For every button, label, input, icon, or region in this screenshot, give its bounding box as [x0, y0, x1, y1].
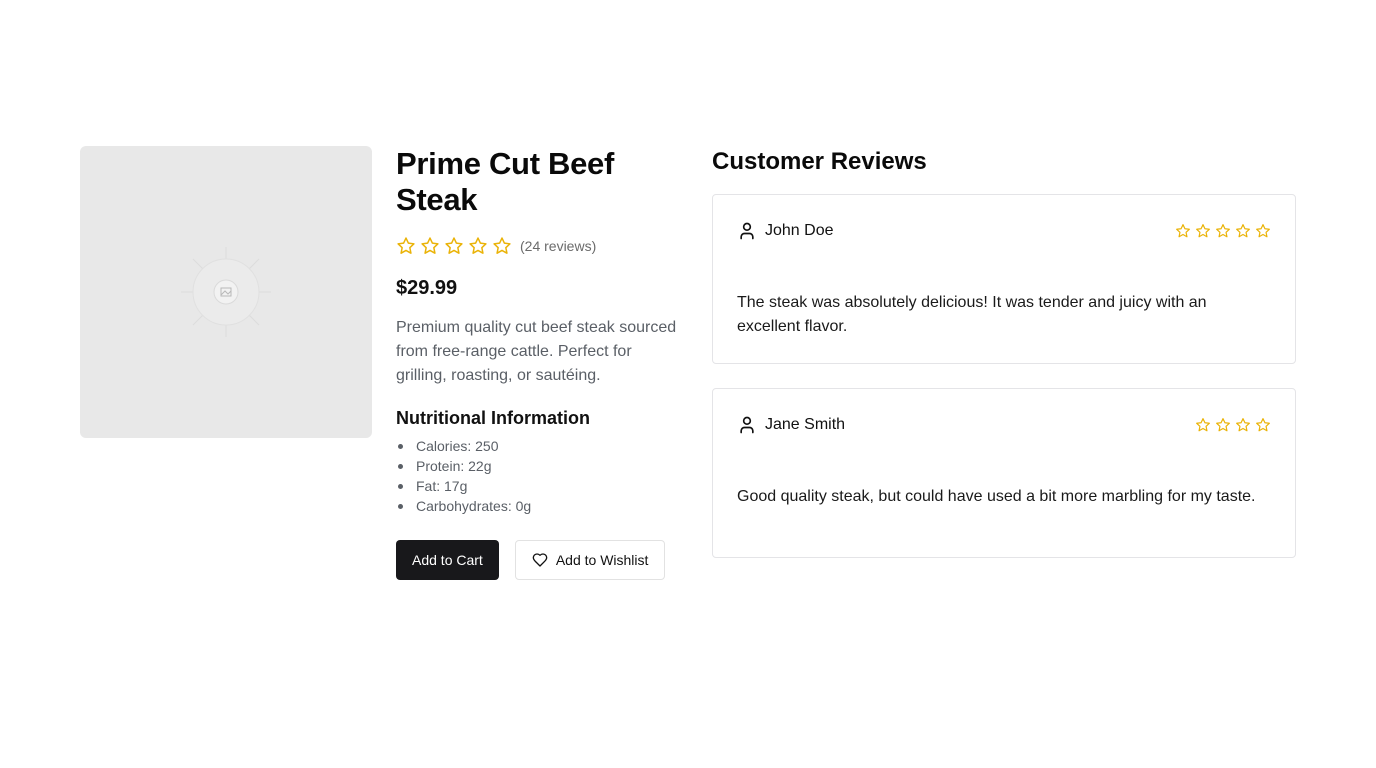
star-icon	[492, 236, 512, 256]
star-icon	[1255, 223, 1271, 239]
nutrition-title: Nutritional Information	[396, 408, 590, 428]
image-placeholder-icon	[181, 247, 271, 337]
star-icon	[1215, 223, 1231, 239]
action-buttons: Add to Cart Add to Wishlist	[396, 540, 686, 580]
nutrition-item: Protein: 22g	[396, 456, 686, 476]
star-icon	[1235, 223, 1251, 239]
star-icon	[468, 236, 488, 256]
star-icon	[1215, 417, 1231, 433]
nutrition-item: Calories: 250	[396, 436, 686, 456]
reviews-title: Customer Reviews	[712, 148, 927, 175]
product-rating: (24 reviews)	[396, 234, 686, 258]
reviewer: John Doe	[737, 221, 834, 241]
reviewer-name: John Doe	[765, 222, 834, 239]
review-stars	[1171, 223, 1271, 239]
star-icon	[420, 236, 440, 256]
heart-icon	[532, 553, 548, 567]
product-image	[80, 146, 372, 438]
product-price: $29.99	[396, 277, 458, 299]
add-to-wishlist-label: Add to Wishlist	[555, 552, 649, 568]
add-to-wishlist-button[interactable]: Add to Wishlist	[514, 540, 666, 580]
product-info: Prime Cut Beef Steak (24 reviews) $29.99…	[396, 146, 686, 580]
star-icon	[1195, 223, 1211, 239]
star-icon	[444, 236, 464, 256]
user-icon	[740, 222, 754, 240]
product-stars	[396, 236, 516, 256]
review-header: Jane Smith	[737, 413, 1271, 437]
star-icon	[1195, 417, 1211, 433]
nutrition-item: Carbohydrates: 0g	[396, 496, 686, 516]
review-card: Jane Smith Good quality steak, but could…	[712, 388, 1296, 558]
add-to-cart-button[interactable]: Add to Cart	[396, 540, 499, 580]
star-icon	[1255, 417, 1271, 433]
product-description: Premium quality cut beef steak sourced f…	[396, 319, 677, 384]
add-to-cart-label: Add to Cart	[412, 552, 483, 568]
reviewer-name: Jane Smith	[765, 416, 846, 433]
reviewer: Jane Smith	[737, 415, 845, 435]
star-icon	[396, 236, 416, 256]
review-stars	[1191, 417, 1271, 433]
review-text: The steak was absolutely delicious! It w…	[737, 294, 1207, 335]
star-icon	[1175, 223, 1191, 239]
customer-reviews: Customer Reviews John Doe The steak was …	[712, 146, 1296, 558]
star-icon	[1235, 417, 1251, 433]
review-card: John Doe The steak was absolutely delici…	[712, 194, 1296, 364]
product-title: Prime Cut Beef Steak	[396, 146, 615, 217]
review-header: John Doe	[737, 219, 1271, 243]
nutrition-item: Fat: 17g	[396, 476, 686, 496]
user-icon	[740, 416, 754, 434]
review-text: Good quality steak, but could have used …	[737, 488, 1256, 505]
nutrition-list: Calories: 250 Protein: 22g Fat: 17g Carb…	[396, 436, 686, 516]
review-count: (24 reviews)	[520, 238, 597, 254]
